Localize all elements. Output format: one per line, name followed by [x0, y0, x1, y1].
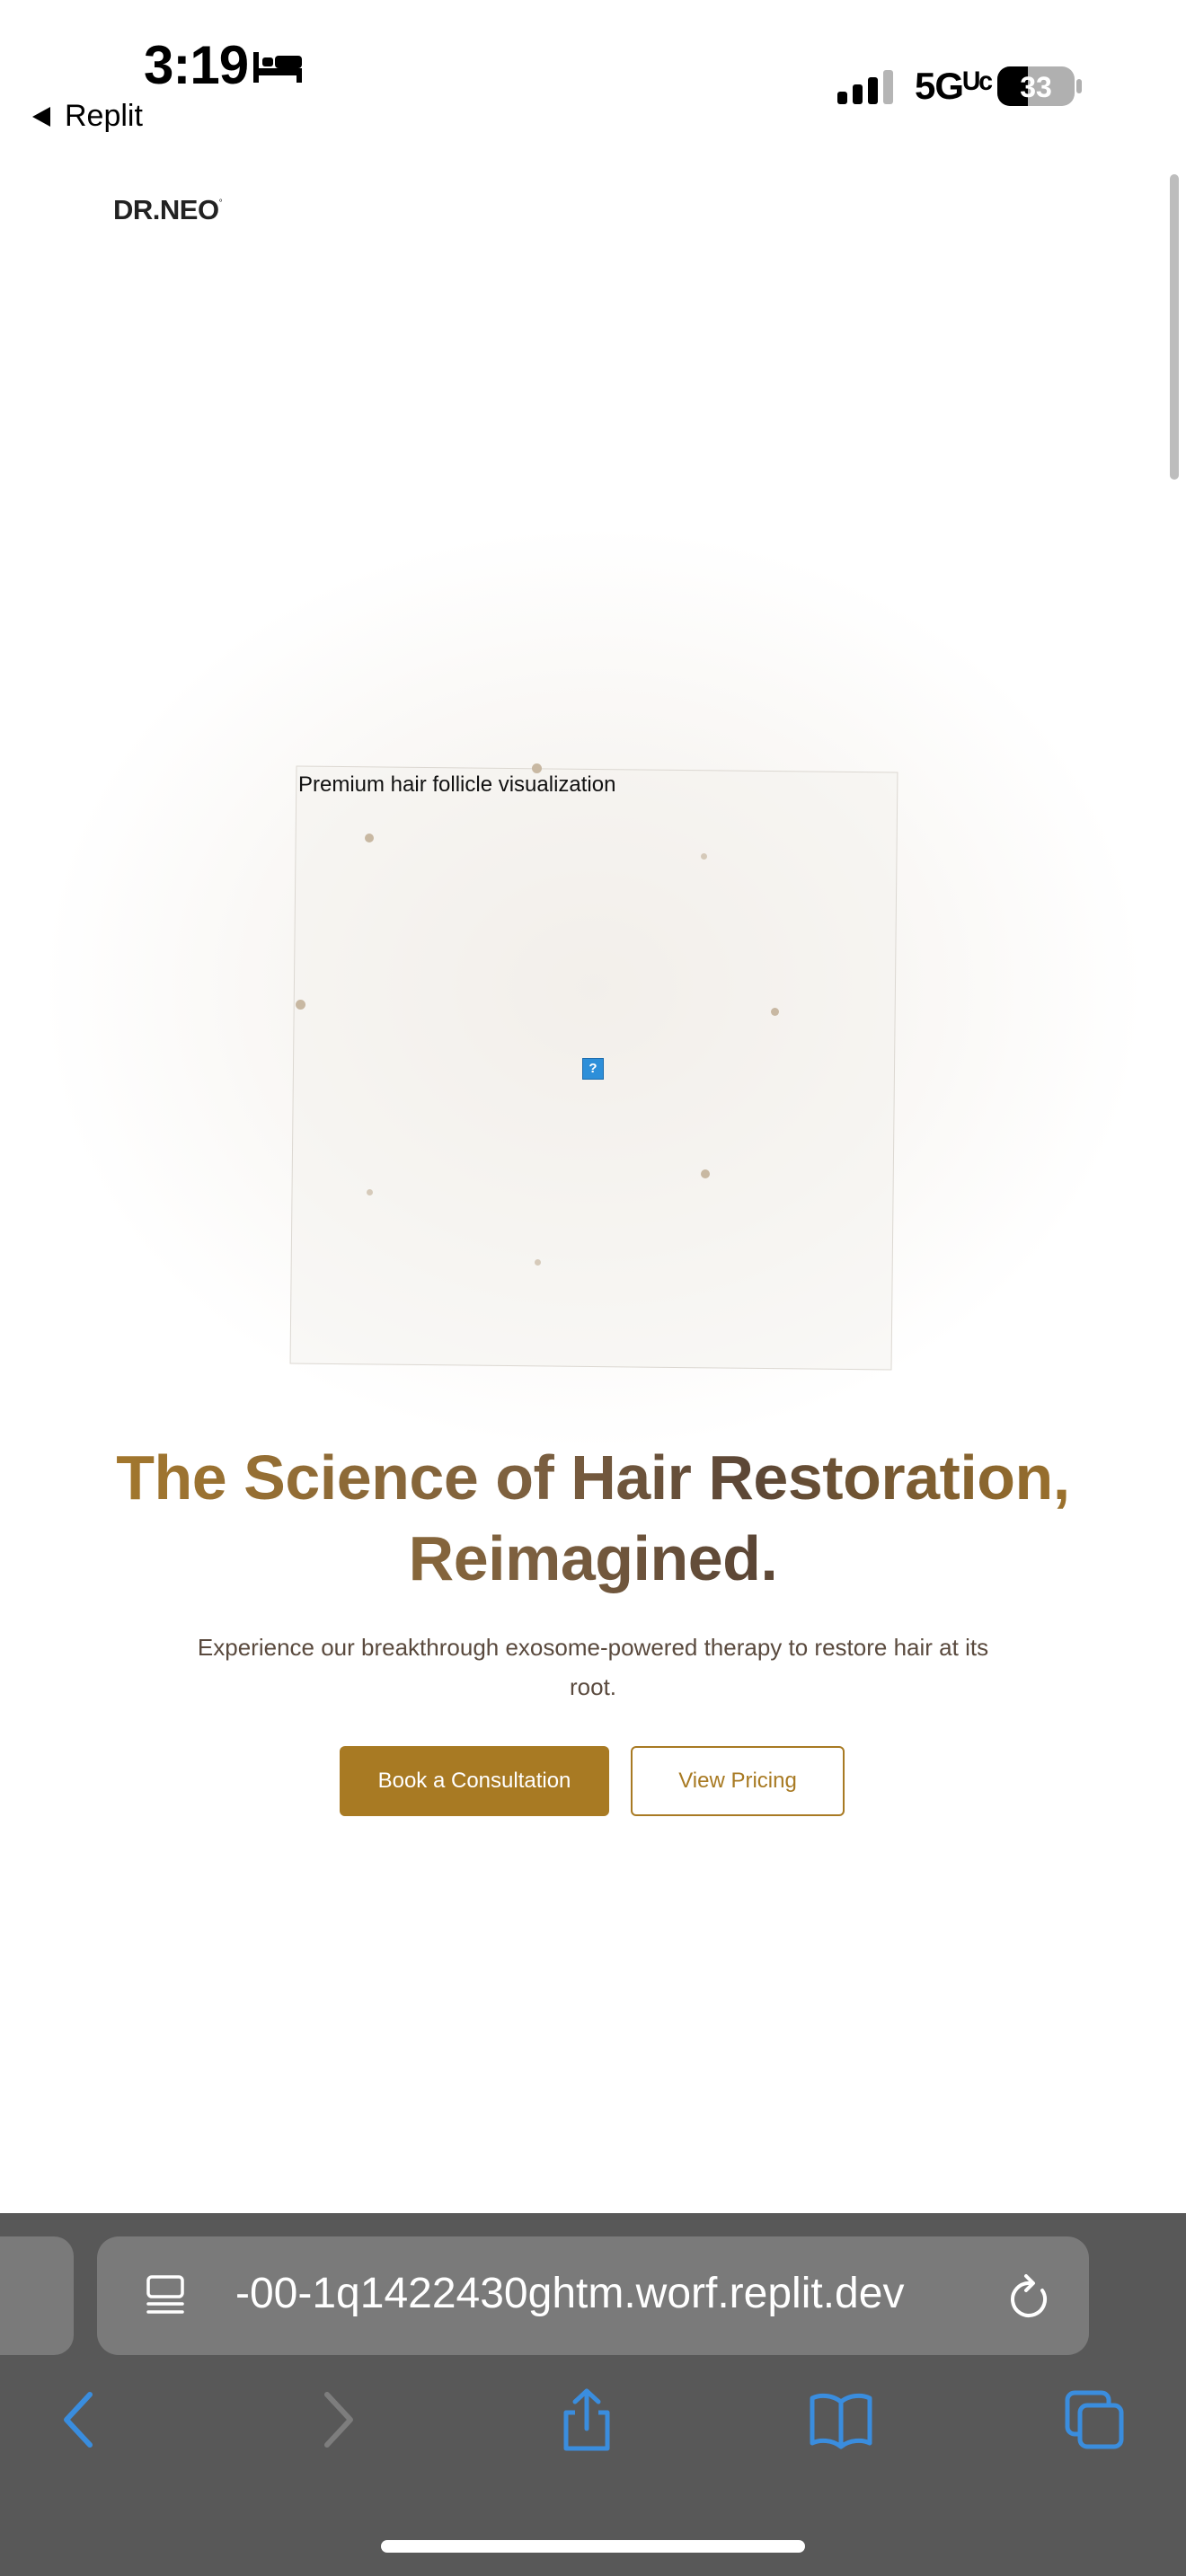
home-indicator[interactable]: [381, 2540, 805, 2553]
logo-text: DR.NEO: [113, 194, 219, 225]
reload-icon[interactable]: [1008, 2274, 1051, 2321]
back-triangle-icon: [32, 106, 50, 127]
back-icon[interactable]: [50, 2387, 110, 2452]
page-scrollbar[interactable]: [1170, 174, 1179, 480]
particle-dot: [532, 763, 542, 773]
hero-image-alt-text: Premium hair follicle visualization: [298, 772, 616, 797]
battery-icon: 33: [997, 66, 1082, 106]
page-menu-icon[interactable]: [146, 2274, 185, 2319]
hero-subtext: Experience our breakthrough exosome-powe…: [197, 1634, 989, 1700]
particle-dot: [365, 834, 374, 842]
headline-line-2: Reimagined.: [408, 1523, 778, 1593]
url-text[interactable]: -00-1q1422430ghtm.worf.replit.dev: [235, 2269, 981, 2318]
bookmarks-icon[interactable]: [809, 2387, 873, 2452]
book-consultation-button[interactable]: Book a Consultation: [340, 1746, 609, 1816]
broken-image-icon: ?: [582, 1058, 604, 1080]
headline-line-1: The Science of Hair Restoration,: [116, 1442, 1070, 1513]
particle-dot: [771, 1008, 779, 1016]
hero-headline: The Science of Hair Restoration, Reimagi…: [54, 1437, 1132, 1599]
logo-mark: °: [218, 198, 223, 208]
network-type: 5Gᵁᶜ: [915, 65, 993, 107]
view-pricing-button[interactable]: View Pricing: [631, 1746, 845, 1816]
forward-icon[interactable]: [307, 2387, 367, 2452]
tabs-icon[interactable]: [1064, 2387, 1127, 2452]
status-time: 3:19: [144, 35, 249, 95]
particle-dot: [296, 1000, 305, 1010]
particle-dot: [367, 1189, 373, 1195]
signal-icon: [837, 70, 893, 104]
bed-icon: [253, 52, 302, 83]
battery-level: 33: [1020, 71, 1052, 103]
particle-dot: [701, 1169, 710, 1178]
particle-dot: [701, 853, 707, 860]
particle-dot: [535, 1259, 541, 1266]
share-icon[interactable]: [557, 2387, 616, 2452]
previous-tab-peek[interactable]: [0, 2236, 74, 2355]
back-to-app-link[interactable]: Replit: [32, 99, 143, 134]
brand-logo[interactable]: DR.NEO°: [113, 194, 223, 226]
back-app-label: Replit: [65, 99, 143, 133]
